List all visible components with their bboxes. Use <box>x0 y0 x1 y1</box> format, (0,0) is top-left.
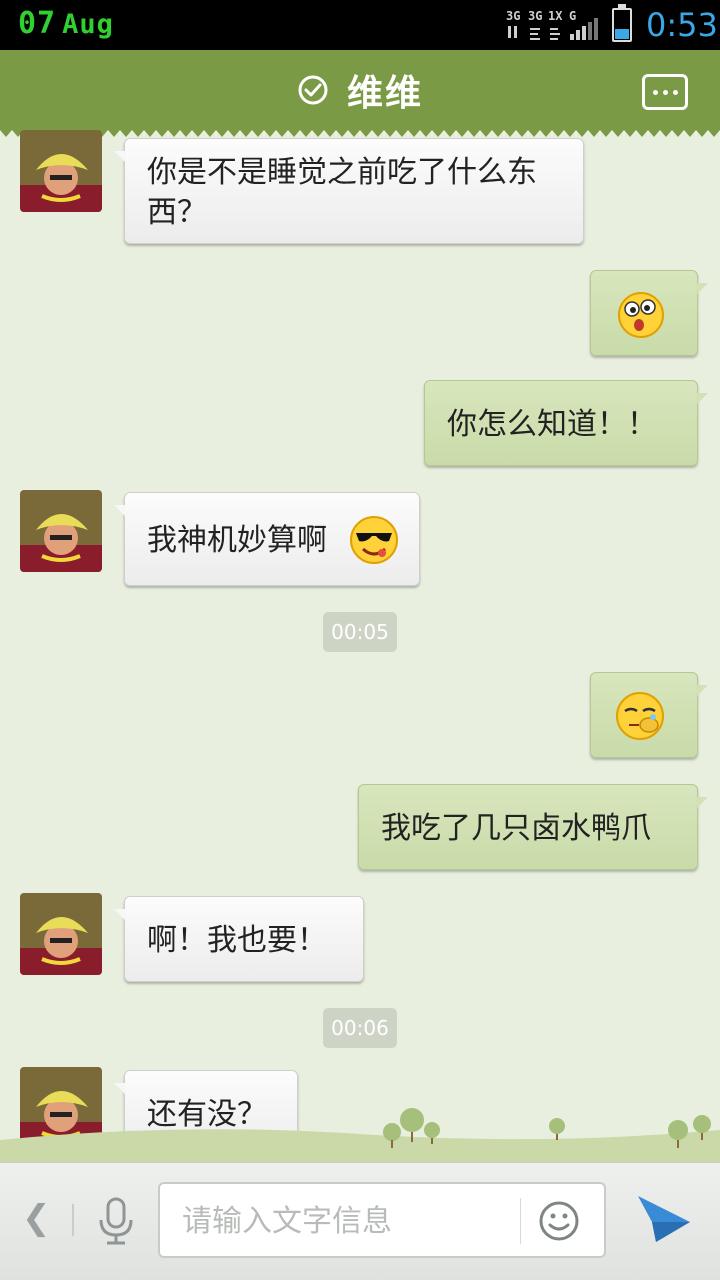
message-text: 我神机妙算啊 <box>147 522 327 558</box>
svg-text:1X: 1X <box>548 9 563 23</box>
svg-text:3G: 3G <box>506 9 520 23</box>
incoming-message-bubble[interactable]: 啊！我也要！ <box>114 896 364 982</box>
back-chevron-icon[interactable]: ❮ <box>22 1198 52 1238</box>
landscape-decoration <box>0 1108 720 1162</box>
timestamp-pill: 00:06 <box>323 1008 397 1048</box>
smiley-icon[interactable] <box>538 1200 580 1242</box>
avatar-photo <box>20 130 102 212</box>
status-time: 0:53 <box>646 6 718 44</box>
status-bar: 07 Aug 3G 3G 1X G 0:53 <box>0 0 720 50</box>
incoming-message-bubble[interactable]: 我神机妙算啊 <box>114 492 420 586</box>
message-text: 啊！我也要！ <box>147 922 327 958</box>
message-text: 你怎么知道！！ <box>447 406 657 442</box>
outgoing-message-bubble[interactable] <box>590 270 708 356</box>
outgoing-message-bubble[interactable] <box>590 672 708 758</box>
avatar-photo <box>20 893 102 975</box>
outgoing-message-bubble[interactable]: 你怎么知道！！ <box>424 380 708 466</box>
chat-title: 维维 <box>346 73 423 114</box>
svg-text:G: G <box>569 9 576 23</box>
contact-avatar[interactable] <box>20 490 102 572</box>
message-text: 我吃了几只卤水鸭爪 <box>381 810 651 846</box>
check-circle-icon <box>298 75 328 105</box>
input-divider <box>520 1198 521 1244</box>
cool-sunglasses-emoji-icon <box>350 516 398 564</box>
chat-title-bar: 维维 <box>0 50 720 130</box>
surprised-emoji-icon <box>618 292 664 338</box>
network-signal-icon: 3G 3G 1X G <box>506 9 598 40</box>
status-date: 07 Aug <box>18 6 114 41</box>
microphone-icon[interactable] <box>96 1196 136 1246</box>
svg-text:3G: 3G <box>528 9 542 23</box>
incoming-message-bubble[interactable]: 你是不是睡觉之前吃了什么东西？ <box>114 138 584 244</box>
avatar-photo <box>20 490 102 572</box>
shy-covering-face-emoji-icon <box>616 692 664 740</box>
outgoing-message-bubble[interactable]: 我吃了几只卤水鸭爪 <box>358 784 708 870</box>
more-dot <box>672 89 678 95</box>
status-date-day: 07 <box>18 6 57 41</box>
more-dots-icon <box>652 89 658 95</box>
more-options-button[interactable] <box>642 74 688 110</box>
send-paper-plane-icon[interactable] <box>636 1192 692 1244</box>
contact-avatar[interactable] <box>20 893 102 975</box>
message-text: 你是不是睡觉之前吃了什么东西？ <box>147 155 537 230</box>
more-dot <box>662 89 668 95</box>
timestamp-pill: 00:05 <box>323 612 397 652</box>
contact-avatar[interactable] <box>20 130 102 212</box>
message-input[interactable] <box>182 1196 522 1246</box>
message-input-box[interactable] <box>158 1182 606 1258</box>
status-date-month: Aug <box>62 9 114 40</box>
battery-icon <box>612 4 632 42</box>
divider <box>72 1204 74 1236</box>
